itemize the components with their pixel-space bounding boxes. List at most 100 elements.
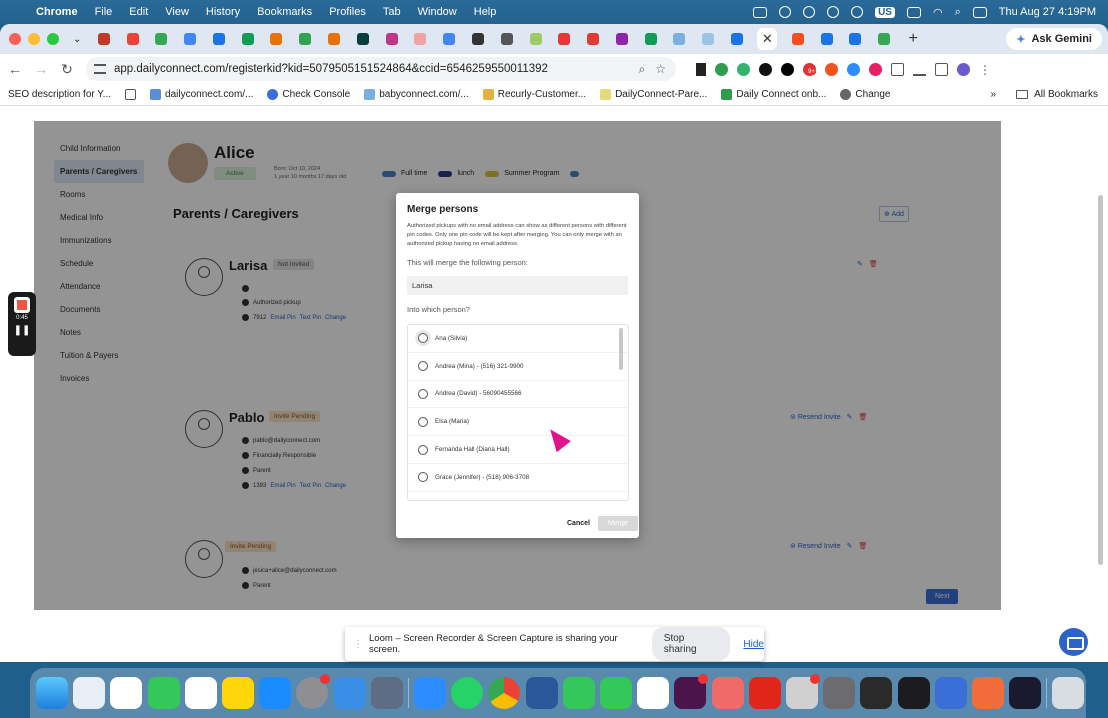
- close-window-button[interactable]: [9, 33, 21, 45]
- tab-favicon[interactable]: [328, 33, 341, 45]
- bookmark-item[interactable]: babyconnect.com/...: [364, 89, 469, 100]
- system-settings-icon[interactable]: [296, 674, 331, 709]
- preview-icon[interactable]: [370, 677, 403, 709]
- person-option[interactable]: Andrea (Mina) - (516) 321-9900: [408, 353, 628, 381]
- site-info-icon[interactable]: [94, 64, 106, 74]
- zoom-icon[interactable]: ⌕: [639, 62, 646, 77]
- menu-file[interactable]: File: [95, 6, 113, 18]
- bookmark-item[interactable]: Check Console: [267, 89, 350, 100]
- whatsapp-icon[interactable]: [451, 677, 484, 709]
- tab-favicon[interactable]: [471, 33, 484, 45]
- radio-button[interactable]: [418, 444, 428, 455]
- messages-icon[interactable]: [600, 677, 632, 709]
- address-bar[interactable]: app.dailyconnect.com/registerkid?kid=507…: [86, 57, 676, 81]
- menu-edit[interactable]: Edit: [129, 6, 148, 18]
- extension-icon[interactable]: [781, 62, 794, 76]
- menu-help[interactable]: Help: [474, 6, 497, 18]
- url-text[interactable]: app.dailyconnect.com/registerkid?kid=507…: [114, 63, 548, 75]
- zoom-window-button[interactable]: [47, 33, 59, 45]
- new-tab-plus-icon[interactable]: +: [908, 30, 917, 48]
- grid-app-icon[interactable]: [897, 677, 930, 709]
- cursor-app-icon[interactable]: [1009, 677, 1042, 709]
- profile-avatar[interactable]: [957, 62, 970, 76]
- vpn-icon[interactable]: [803, 6, 816, 18]
- tab-docs-icon[interactable]: [184, 33, 197, 45]
- menubar-datetime[interactable]: Thu Aug 27 4:19PM: [999, 6, 1096, 18]
- app-store-icon[interactable]: [259, 677, 292, 709]
- chat-support-button[interactable]: [1059, 628, 1088, 656]
- control-center-icon[interactable]: [972, 6, 987, 18]
- tab-instagram-icon[interactable]: [385, 33, 398, 45]
- apps-grid-icon[interactable]: [125, 89, 137, 100]
- menu-window[interactable]: Window: [418, 6, 457, 18]
- tab-favicon[interactable]: [791, 33, 804, 45]
- claude-icon[interactable]: [971, 677, 1004, 709]
- extension-icon[interactable]: [869, 62, 882, 76]
- tab-favicon[interactable]: [270, 33, 283, 45]
- person-option[interactable]: Elsa (Maria): [408, 408, 628, 437]
- forward-arrow-icon[interactable]: →: [30, 61, 52, 77]
- extension-icon[interactable]: [737, 62, 750, 76]
- merge-button[interactable]: Merge: [598, 516, 638, 531]
- person-option[interactable]: Andrea (David) - 56090455566: [408, 381, 628, 409]
- menu-app-name[interactable]: Chrome: [36, 6, 78, 18]
- chrome-icon[interactable]: [488, 677, 521, 709]
- battery-icon[interactable]: [906, 6, 921, 18]
- all-bookmarks-button[interactable]: » All Bookmarks: [991, 89, 1098, 100]
- tab-youtube-icon[interactable]: [587, 33, 600, 45]
- input-source[interactable]: US: [875, 6, 895, 18]
- notes-icon[interactable]: [221, 677, 254, 709]
- bookmark-item[interactable]: Daily Connect onb...: [721, 89, 826, 100]
- person-option[interactable]: Fernanda Hall (Diana Hall): [408, 436, 628, 464]
- trash-icon[interactable]: [1052, 677, 1085, 709]
- bookmark-item[interactable]: dailyconnect.com/...: [150, 89, 253, 100]
- menu-history[interactable]: History: [206, 6, 240, 18]
- page-scrollbar[interactable]: [1098, 195, 1103, 565]
- minimize-window-button[interactable]: [28, 33, 40, 45]
- back-arrow-icon[interactable]: ←: [4, 61, 26, 77]
- download-icon[interactable]: [913, 62, 926, 76]
- radio-button[interactable]: [418, 361, 428, 372]
- tab-gmail-icon[interactable]: [126, 33, 139, 45]
- bookmark-star-icon[interactable]: ☆: [655, 62, 666, 77]
- person-option[interactable]: Ana (Silvia): [408, 325, 628, 353]
- cancel-button[interactable]: Cancel: [567, 520, 590, 527]
- activity-monitor-icon[interactable]: [860, 677, 893, 709]
- tab-favicon[interactable]: [529, 33, 542, 45]
- menu-view[interactable]: View: [165, 6, 189, 18]
- bookmark-item[interactable]: Change: [840, 89, 890, 100]
- radio-button[interactable]: [418, 416, 428, 427]
- radio-button[interactable]: [418, 333, 428, 344]
- mail-icon[interactable]: [333, 677, 366, 709]
- bookmark-item[interactable]: Recurly-Customer...: [482, 89, 586, 100]
- tab-favicon[interactable]: [730, 33, 743, 45]
- ask-gemini-button[interactable]: ✦ Ask Gemini: [1006, 28, 1102, 50]
- tab-favicon[interactable]: [97, 33, 110, 45]
- reload-icon[interactable]: ↻: [56, 61, 78, 78]
- tab-favicon[interactable]: [673, 33, 686, 45]
- target-person-list[interactable]: Ana (Silvia) Andrea (Mina) - (516) 321-9…: [407, 324, 629, 501]
- asana-icon[interactable]: [711, 677, 744, 709]
- word-icon[interactable]: [525, 677, 558, 709]
- extension-icon[interactable]: [715, 62, 728, 76]
- tab-favicon[interactable]: [702, 33, 715, 45]
- printer-icon[interactable]: [785, 674, 820, 709]
- tab-favicon[interactable]: [414, 33, 427, 45]
- tab-favicon[interactable]: [356, 33, 369, 45]
- tab-docs-icon[interactable]: [443, 33, 456, 45]
- menu-tab[interactable]: Tab: [383, 6, 401, 18]
- wifi-icon[interactable]: ◠: [933, 6, 943, 19]
- bookmark-item[interactable]: SEO description for Y...: [8, 89, 111, 100]
- bluetooth-icon[interactable]: [779, 6, 792, 18]
- tab-notion-icon[interactable]: [500, 33, 513, 45]
- photos-icon[interactable]: [110, 677, 143, 709]
- finder-icon[interactable]: [36, 677, 68, 709]
- zoom-extension-icon[interactable]: [847, 62, 860, 76]
- zoom-app-icon[interactable]: [414, 677, 447, 709]
- reading-list-icon[interactable]: [935, 62, 948, 76]
- chatgpt-icon[interactable]: [637, 677, 670, 709]
- launchpad-icon[interactable]: [73, 677, 106, 709]
- extension-badge-icon[interactable]: 9+: [803, 62, 816, 76]
- tab-favicon[interactable]: [299, 33, 312, 45]
- person-option[interactable]: Grace (Jennifer) - (518) 906-3708: [408, 464, 628, 492]
